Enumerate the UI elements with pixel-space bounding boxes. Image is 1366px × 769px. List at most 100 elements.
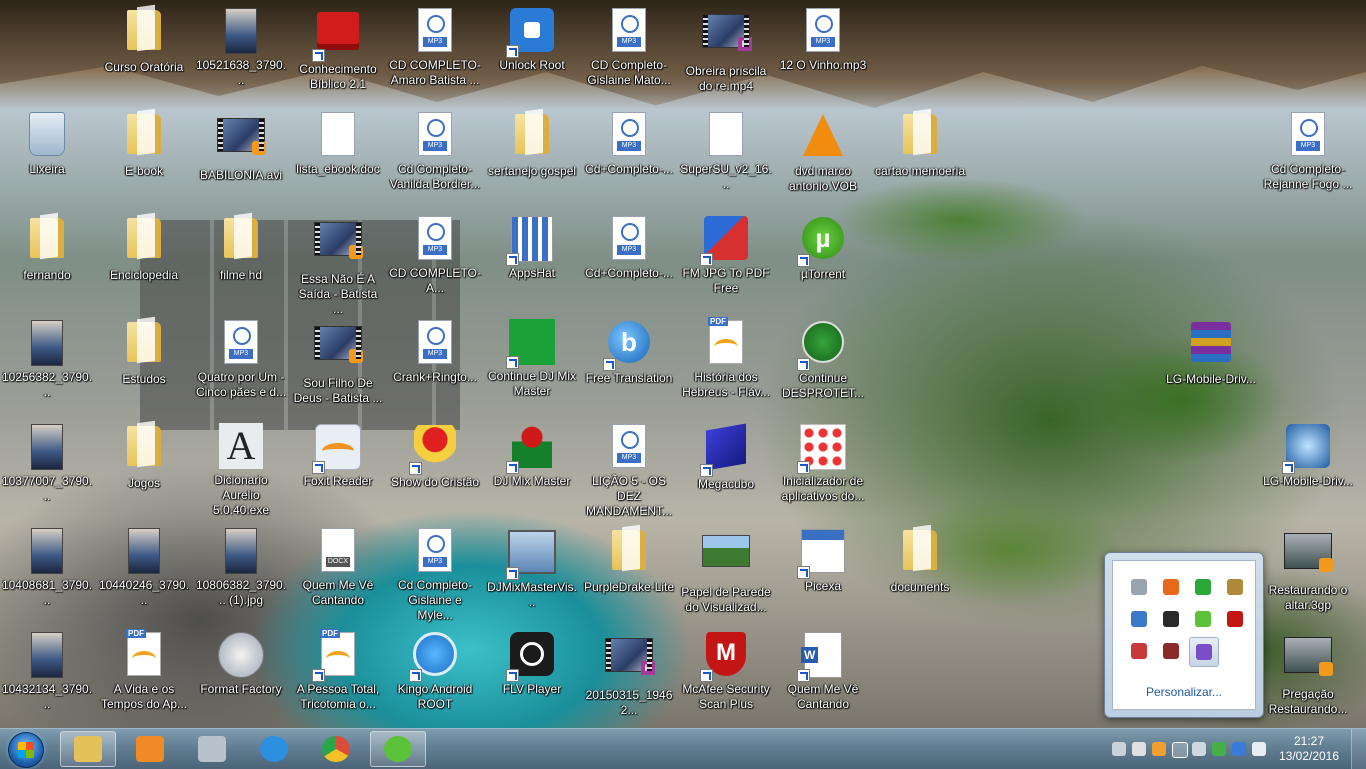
desktop-icon[interactable]: LG-Mobile-Driv... xyxy=(1163,318,1259,387)
desktop-icon[interactable]: BABILONIA.avi xyxy=(193,110,289,183)
desktop-icon[interactable]: MP3 Cd Completo- Gislaine e Myle... xyxy=(387,526,483,623)
desktop-icon[interactable]: M McAfee Security Scan Plus xyxy=(678,630,774,712)
tray-overflow-item[interactable] xyxy=(1157,637,1185,665)
desktop-icon[interactable]: MP3 12 O Vinho.mp3 xyxy=(775,6,871,73)
desktop-icon[interactable]: lista_ebook.doc xyxy=(290,110,386,177)
taskbar-button[interactable] xyxy=(122,731,178,767)
kingo-icon xyxy=(409,632,459,682)
desktop-icon[interactable]: Format Factory xyxy=(193,630,289,697)
desktop-icon[interactable]: Show do Cristão xyxy=(387,422,483,490)
desktop-icon[interactable]: MP3 Crank+Ringto... xyxy=(387,318,483,385)
taskbar-button[interactable] xyxy=(370,731,426,767)
webcam-tray-icon[interactable] xyxy=(1112,742,1126,756)
desktop-icon[interactable]: 10377007_3790... xyxy=(0,422,95,504)
tray-overflow-item[interactable] xyxy=(1125,637,1153,665)
desktop-icon[interactable]: Continue DJ Mix Master xyxy=(484,318,580,399)
desktop-icon[interactable]: Quem Me Vê Cantando xyxy=(775,630,871,712)
desktop-icon[interactable]: Restaurando o altar.3gp xyxy=(1260,526,1356,613)
tray-overflow-item[interactable] xyxy=(1221,605,1249,633)
desktop-icon[interactable]: b Free Translation xyxy=(581,318,677,386)
desktop-icon-label: SuperSU_v2_16... xyxy=(680,162,772,191)
desktop-icon[interactable]: K Obreira priscila do re.mp4 xyxy=(678,6,774,94)
desktop-icon[interactable]: MP3 Quatro por Um - Cinco pães e d... xyxy=(193,318,289,400)
desktop-icon[interactable]: 10256382_3790... xyxy=(0,318,95,400)
desktop-icon[interactable]: Foxit Reader xyxy=(290,422,386,489)
desktop-icon[interactable]: FLV Player xyxy=(484,630,580,697)
desktop-icon[interactable]: Curso Oratória xyxy=(96,6,192,75)
desktop-icon[interactable]: Pregação Restaurando... xyxy=(1260,630,1356,717)
desktop-icon[interactable]: 10408681_3790... xyxy=(0,526,95,608)
pen-tray-icon[interactable] xyxy=(1152,742,1166,756)
signal-icon[interactable] xyxy=(1252,742,1266,756)
customize-link[interactable]: Personalizar... xyxy=(1113,685,1255,699)
show-desktop-button[interactable] xyxy=(1351,729,1366,769)
desktop-icon[interactable]: MP3 Cd+Completo-... xyxy=(581,214,677,281)
desktop-icon[interactable]: DOCX Quem Me Vê Cantando xyxy=(290,526,386,608)
desktop-icon[interactable]: PurpleDrake-Lite xyxy=(581,526,677,595)
desktop-icon[interactable]: documents xyxy=(872,526,968,595)
desktop-icon[interactable]: MP3 LIÇÃO 5 - OS DEZ MANDAMENT... xyxy=(581,422,677,519)
desktop-icon[interactable]: A Vida e os Tempos do Ap... xyxy=(96,629,192,712)
desktop-icon[interactable]: Lixeira xyxy=(0,110,95,177)
desktop-icon[interactable]: sertanejo gospel xyxy=(484,110,580,179)
desktop-icon[interactable]: Jogos xyxy=(96,422,192,491)
desktop-icon[interactable]: fernando xyxy=(0,214,95,283)
show-hidden-icons-icon[interactable] xyxy=(1172,742,1188,758)
taskbar-button[interactable] xyxy=(246,731,302,767)
desktop-icon[interactable]: Megacubo xyxy=(678,422,774,492)
desktop-icon[interactable]: Conhecimento Bíblico 2.1 xyxy=(290,6,386,92)
desktop-icon[interactable]: SuperSU_v2_16... xyxy=(678,110,774,192)
desktop-icon[interactable]: MP3 CD Completo- Gislaine Mato... xyxy=(581,6,677,88)
taskbar-button[interactable] xyxy=(184,731,240,767)
tray-overflow-item[interactable] xyxy=(1189,637,1219,667)
desktop-icon[interactable]: MP3 CD COMPLETO-A... xyxy=(387,214,483,296)
desktop-icon[interactable]: K 20150315_19462... xyxy=(581,630,677,718)
desktop-icon[interactable]: µ µTorrent xyxy=(775,214,871,282)
desktop-icon[interactable]: dvd marco antonio.VOB xyxy=(775,110,871,194)
desktop-icon[interactable]: História dos Hebreus - Fláv... xyxy=(678,317,774,400)
desktop-icon[interactable]: Papel de Parede do Visualizad... xyxy=(678,526,774,615)
desktop-icon[interactable]: filme hd xyxy=(193,214,289,283)
bluetooth-icon[interactable] xyxy=(1232,742,1246,756)
power-icon[interactable] xyxy=(1192,742,1206,756)
desktop-icon[interactable]: FM JPG To PDF Free xyxy=(678,214,774,296)
desktop-icon[interactable]: LG-Mobile-Driv... xyxy=(1260,422,1356,489)
desktop-icon[interactable]: Picexa xyxy=(775,526,871,594)
desktop-icon[interactable]: 10432134_3790... xyxy=(0,630,95,712)
tray-overflow-item[interactable] xyxy=(1189,573,1217,601)
desktop-icon[interactable]: AppsHat xyxy=(484,214,580,281)
desktop-icon[interactable]: Continue DESPROTET... xyxy=(775,318,871,401)
desktop-icon[interactable]: Inicializador de aplicativos do... xyxy=(775,422,871,504)
desktop-icon[interactable]: cartao memoeria xyxy=(872,110,968,179)
desktop-icon[interactable]: Kingo Android ROOT xyxy=(387,630,483,712)
tray-overflow-item[interactable] xyxy=(1157,605,1185,633)
desktop-icon[interactable]: 10806382_3790... (1).jpg xyxy=(193,526,289,608)
desktop-icon[interactable]: 10440246_3790... xyxy=(96,526,192,608)
desktop-icon[interactable]: 10521638_3790... xyxy=(193,6,289,88)
tray-overflow-item[interactable] xyxy=(1125,573,1153,601)
desktop-icon[interactable]: MP3 Cd Completo- Rejanne Fogo ... xyxy=(1260,110,1356,192)
desktop-icon[interactable]: Essa Não É A Saída - Batista ... xyxy=(290,214,386,317)
desktop-icon[interactable]: Enciclopedia xyxy=(96,214,192,283)
taskbar-button[interactable] xyxy=(60,731,116,767)
desktop-icon[interactable]: A Pessoa Total, Tricotomia o... xyxy=(290,629,386,712)
desktop-icon[interactable]: A Dicionario Aurelio 5.0.40.exe xyxy=(193,422,289,518)
desktop-icon[interactable]: Sou Filho De Deus - Batista ... xyxy=(290,318,386,406)
tray-overflow-item[interactable] xyxy=(1125,605,1153,633)
desktop-icon[interactable]: E-book xyxy=(96,110,192,179)
tray-overflow-item[interactable] xyxy=(1157,573,1185,601)
start-button[interactable] xyxy=(8,732,44,768)
desktop-icon[interactable]: MP3 CD COMPLETO- Amaro Batista ... xyxy=(387,6,483,88)
desktop-icon[interactable]: Estudos xyxy=(96,318,192,387)
network-check-icon[interactable] xyxy=(1212,742,1226,756)
desktop-icon[interactable]: DJMixMasterVis... xyxy=(484,526,580,610)
desktop-icon[interactable]: MP3 Cd Completo- Vanilda Bordier... xyxy=(387,110,483,192)
taskbar-button[interactable] xyxy=(308,731,364,767)
tray-overflow-item[interactable] xyxy=(1221,573,1249,601)
clock[interactable]: 21:27 13/02/2016 xyxy=(1274,734,1344,764)
desktop-icon[interactable]: Unlock Root xyxy=(484,6,580,73)
tray-overflow-item[interactable] xyxy=(1189,605,1217,633)
desktop-icon[interactable]: MP3 Cd+Completo-... xyxy=(581,110,677,177)
wireless-icon[interactable] xyxy=(1132,742,1146,756)
desktop-icon[interactable]: DJ Mix Master xyxy=(484,422,580,489)
